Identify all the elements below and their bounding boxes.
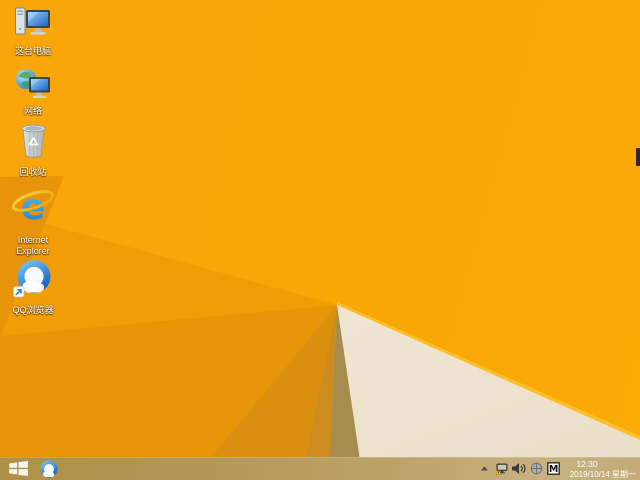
internet-explorer-icon: e bbox=[10, 186, 56, 228]
recycle-bin-icon bbox=[18, 120, 49, 160]
shortcut-arrow-overlay bbox=[12, 286, 24, 298]
network-icon bbox=[15, 68, 51, 99]
windows-start-icon bbox=[8, 461, 28, 476]
volume-icon[interactable] bbox=[511, 462, 526, 475]
desktop-icon-network[interactable]: 网络 bbox=[1, 68, 65, 117]
hardware-icon[interactable] bbox=[530, 462, 543, 475]
desktop-icon-label: 回收站 bbox=[19, 167, 47, 177]
desktop-icon-label: QQ浏览器 bbox=[12, 305, 54, 315]
desktop-icon-label: 这台电脑 bbox=[14, 46, 51, 56]
clock-time: 12:30 bbox=[576, 459, 598, 469]
taskbar[interactable]: M 12:30 2019/10/14 星期一 bbox=[0, 457, 640, 480]
qq-browser-icon bbox=[12, 258, 54, 298]
svg-text:M: M bbox=[549, 464, 558, 475]
clock-date: 2019/10/14 星期一 bbox=[569, 469, 636, 479]
desktop-background[interactable] bbox=[0, 0, 640, 480]
mouse-cursor bbox=[636, 148, 640, 166]
qq-browser-icon bbox=[39, 459, 59, 479]
desktop-icon-recycle-bin[interactable]: 回收站 bbox=[1, 120, 65, 178]
desktop-icon-internet-explorer[interactable]: e Internet Explorer bbox=[1, 186, 65, 257]
taskbar-qq-browser-button[interactable] bbox=[38, 458, 60, 479]
desktop-icon-this-pc[interactable]: 这台电脑 bbox=[1, 5, 65, 57]
show-hidden-icons-arrow[interactable] bbox=[480, 465, 489, 472]
desktop-icon-qq-browser[interactable]: QQ浏览器 bbox=[1, 258, 65, 316]
network-status-warning-icon[interactable] bbox=[495, 462, 509, 476]
taskbar-clock[interactable]: 12:30 2019/10/14 星期一 bbox=[560, 459, 636, 480]
desktop-icon-label: 网络 bbox=[23, 106, 42, 116]
ime-indicator-icon[interactable]: M bbox=[547, 462, 560, 475]
start-button[interactable] bbox=[5, 460, 31, 477]
computer-icon bbox=[14, 5, 52, 39]
desktop-icon-label: Internet Explorer bbox=[16, 235, 50, 256]
